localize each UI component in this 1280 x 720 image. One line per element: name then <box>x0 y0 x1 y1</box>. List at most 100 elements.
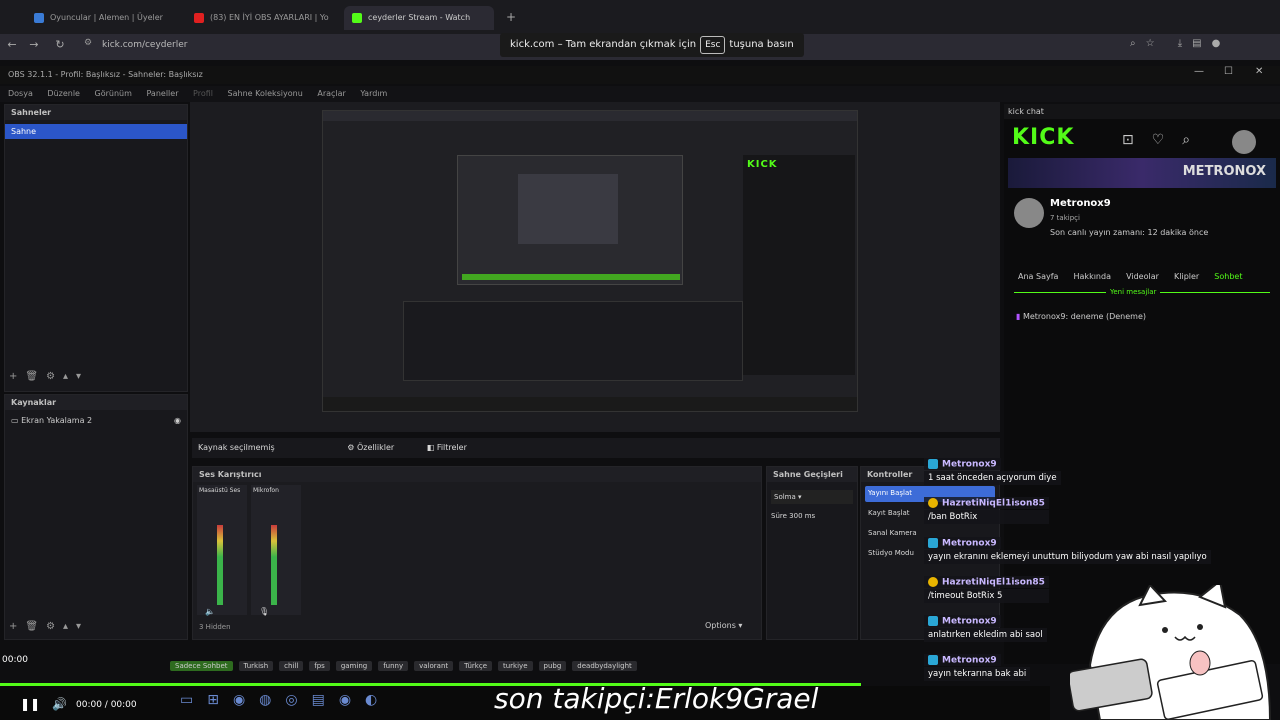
tag[interactable]: fps <box>309 661 330 671</box>
filters-button[interactable]: ◧ Filtreler <box>427 443 467 452</box>
new-messages-label: Yeni mesajlar <box>1106 288 1161 296</box>
esc-key: Esc <box>700 36 726 54</box>
source-toolbar-bar: Kaynak seçilmemiş ⚙ Özellikler ◧ Filtrel… <box>192 438 1000 458</box>
sources-title: Kaynaklar <box>5 395 187 410</box>
chat-username[interactable]: Metronox9 <box>924 536 1001 549</box>
chat-username[interactable]: HazretiNiqEl1ison85 <box>924 496 1049 509</box>
channel-avatar[interactable] <box>1014 198 1044 228</box>
kick-icon <box>352 12 362 23</box>
tag[interactable]: deadbydaylight <box>572 661 637 671</box>
scene-toolbar[interactable]: +🗑⚙︎▴▾ <box>9 371 89 382</box>
fullscreen-toast: kick.com – Tam ekrandan çıkmak için Esc tu… <box>500 33 804 57</box>
options-button[interactable]: Options ▾ <box>705 621 742 630</box>
preview-kick-chat: KICK <box>743 155 855 375</box>
menu-tools[interactable]: Araçlar <box>317 89 345 98</box>
browser-tab-3[interactable]: ceyderler Stream - Watch <box>344 6 494 30</box>
audio-mixer-panel: Ses Karıştırıcı Masaüstü Ses 🔈 Mikrofon … <box>192 466 762 640</box>
hidden-count[interactable]: 3 Hidden <box>199 623 231 631</box>
channel-followers: 7 takipçi <box>1050 214 1080 222</box>
preview-nested-window <box>457 155 683 285</box>
pin-icon: ▮ <box>1016 312 1023 321</box>
source-toolbar[interactable]: +🗑⚙︎▴▾ <box>9 621 89 632</box>
duration-field[interactable]: Süre 300 ms <box>771 512 853 520</box>
menu-edit[interactable]: Düzenle <box>47 89 80 98</box>
time-display: 00:00 / 00:00 <box>76 700 137 710</box>
menu-file[interactable]: Dosya <box>8 89 33 98</box>
mic-meter <box>271 525 277 605</box>
chat-message: Metronox9 1 saat önceden açıyorum diye <box>924 451 1061 485</box>
menu-scene-collection[interactable]: Sahne Koleksiyonu <box>228 89 303 98</box>
desktop-meter <box>217 525 223 605</box>
new-tab-button[interactable]: + <box>506 10 516 24</box>
browser-tab-2[interactable]: (83) EN İYİ OBS AYARLARI | Yo <box>186 6 338 30</box>
obs-preview-canvas[interactable]: KICK <box>322 110 858 412</box>
stream-tags: Sadece Sohbet Turkish chill fps gaming funny v… <box>170 661 1060 676</box>
volume-icon[interactable]: 🔊 <box>52 697 67 711</box>
address-bar[interactable]: kick.com/ceyderler <box>102 40 188 50</box>
pause-icon[interactable]: ❚❚ <box>20 697 40 711</box>
transition-select[interactable]: Solma ▾ <box>771 490 853 504</box>
tag[interactable]: funny <box>378 661 409 671</box>
obs-title-bar: OBS 32.1.1 - Profil: Başlıksız - Sahnele… <box>0 66 1280 84</box>
reload-icon[interactable]: ↻ <box>52 38 68 51</box>
last-stream: Son canlı yayın zamanı: 12 dakika önce <box>1050 228 1209 237</box>
source-item[interactable]: ▭ Ekran Yakalama 2 ◉ <box>5 410 187 431</box>
preview-obs-bottom <box>403 301 743 381</box>
current-time: 00:00 <box>2 655 28 665</box>
back-icon[interactable]: ← <box>4 38 20 51</box>
broadcaster-badge-icon <box>928 458 938 469</box>
nav-home[interactable]: Ana Sayfa <box>1018 272 1058 281</box>
chat-username[interactable]: HazretiNiqEl1ison85 <box>924 575 1049 588</box>
chat-username[interactable]: Metronox9 <box>924 614 1001 627</box>
preview-kick-logo: KICK <box>747 159 778 170</box>
tag[interactable]: valorant <box>414 661 454 671</box>
tag[interactable]: Türkçe <box>459 661 492 671</box>
speaker-icon[interactable]: 🔈 <box>205 607 215 616</box>
browser-tab-1[interactable]: Oyuncular | Alemen | Üyeler <box>26 6 178 30</box>
tag[interactable]: chill <box>279 661 304 671</box>
cat-illustration <box>1067 579 1272 720</box>
tag[interactable]: Sadece Sohbet <box>170 661 233 671</box>
close-icon[interactable]: ✕ <box>1255 66 1263 77</box>
nav-about[interactable]: Hakkında <box>1074 272 1111 281</box>
tag[interactable]: pubg <box>538 661 567 671</box>
menu-help[interactable]: Yardım <box>360 89 387 98</box>
kick-chat-dock-title: kick chat <box>1004 104 1280 119</box>
nav-chat[interactable]: Sohbet <box>1214 272 1242 281</box>
chat-text: /timeout BotRix 5 <box>924 589 1049 603</box>
forward-icon[interactable]: → <box>26 38 42 51</box>
eye-icon[interactable]: ◉ <box>174 416 181 425</box>
tag[interactable]: gaming <box>335 661 373 671</box>
tag[interactable]: Turkish <box>238 661 274 671</box>
menu-docks[interactable]: Paneller <box>146 89 178 98</box>
transitions-panel: Sahne Geçişleri Solma ▾ Süre 300 ms <box>766 466 858 640</box>
channel-nav: Ana Sayfa Hakkında Videolar Klipler Sohb… <box>1018 264 1252 283</box>
mic-icon[interactable]: 🎙 <box>259 607 269 616</box>
no-source-label: Kaynak seçilmemiş <box>198 443 275 452</box>
site-info-icon[interactable]: ⚙ <box>84 38 92 48</box>
chat-message: HazretiNiqEl1ison85/ban BotRix <box>924 490 1049 524</box>
monitor-icon: ▭ <box>11 416 19 425</box>
nav-clips[interactable]: Klipler <box>1174 272 1199 281</box>
menu-profile[interactable]: Profil <box>193 89 213 98</box>
properties-button[interactable]: ⚙ Özellikler <box>347 443 394 452</box>
tag[interactable]: turkiye <box>498 661 533 671</box>
user-avatar[interactable] <box>1232 130 1256 154</box>
maximize-icon[interactable]: ☐ <box>1224 66 1233 77</box>
scenes-title: Sahneler <box>5 105 187 120</box>
scenes-panel: Sahneler Sahne +🗑⚙︎▴▾ <box>4 104 188 392</box>
chat-text: 1 saat önceden açıyorum diye <box>924 471 1061 485</box>
bongo-cat-overlay <box>1067 579 1280 720</box>
kick-header-icons[interactable]: ⊡♡⌕ <box>1122 132 1208 148</box>
toolbar-icons[interactable]: ⌕☆ ⤓▤● <box>1130 38 1230 49</box>
nav-videos[interactable]: Videolar <box>1126 272 1159 281</box>
chat-username[interactable]: Metronox9 <box>924 457 1001 470</box>
scene-item[interactable]: Sahne <box>5 124 187 139</box>
channel-name[interactable]: Metronox9 <box>1050 198 1111 209</box>
mixer-channel-desktop: Masaüstü Ses 🔈 <box>197 485 247 616</box>
chat-text: anlatırken ekledim abi saol <box>924 628 1047 642</box>
sources-panel: Kaynaklar ▭ Ekran Yakalama 2 ◉ +🗑⚙︎▴▾ <box>4 394 188 640</box>
preview-nested-canvas <box>518 174 618 244</box>
minimize-icon[interactable]: — <box>1194 66 1204 77</box>
menu-view[interactable]: Görünüm <box>95 89 132 98</box>
